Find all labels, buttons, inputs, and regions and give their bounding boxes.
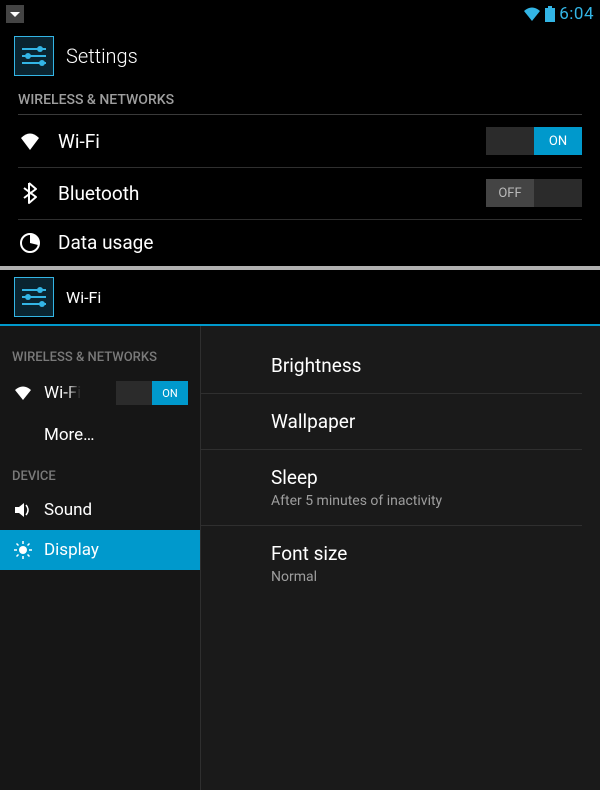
settings-app-icon[interactable] [14,36,54,76]
settings-item-sublabel: After 5 minutes of inactivity [271,493,582,509]
status-clock: 6:04 [559,4,594,24]
sidebar-item-label: Sound [44,500,92,520]
display-item-brightness[interactable]: Brightness [201,326,582,394]
settings-item-label: Data usage [58,231,153,254]
wifi-status-icon [523,7,541,21]
display-item-sleep[interactable]: Sleep After 5 minutes of inactivity [201,450,582,526]
wifi-toggle[interactable]: ON [116,381,188,405]
sidebar-item-sound[interactable]: Sound [0,490,200,530]
settings-item-data-usage[interactable]: Data usage [0,219,600,266]
settings-item-sublabel: Normal [271,569,582,585]
display-item-font-size[interactable]: Font size Normal [201,526,582,601]
sound-icon [12,502,34,518]
page-title: Wi-Fi [66,288,101,307]
page-title: Settings [66,44,138,68]
settings-item-label: Bluetooth [58,182,139,205]
settings-item-label: Wallpaper [271,410,582,433]
toggle-state-label: OFF [486,179,534,207]
sidebar-item-label: Wi-Fi [44,383,81,403]
settings-item-bluetooth[interactable]: Bluetooth OFF [0,167,600,219]
wifi-icon [18,132,42,150]
sidebar-item-wifi[interactable]: Wi-Fi ON [0,371,200,415]
battery-icon [545,6,555,22]
toggle-state-label: ON [534,127,582,155]
two-pane-layout: WIRELESS & NETWORKS Wi-Fi ON More… DEVIC… [0,326,600,790]
settings-item-label: Font size [271,542,582,565]
settings-item-label: Sleep [271,466,582,489]
status-bar: 6:04 [0,0,600,28]
display-item-wallpaper[interactable]: Wallpaper [201,394,582,450]
section-wireless-networks: WIRELESS & NETWORKS [0,326,200,371]
toggle-state-label: ON [152,381,188,405]
settings-action-bar: Settings [0,28,600,84]
settings-app-icon[interactable] [14,277,54,317]
settings-detail-pane: Brightness Wallpaper Sleep After 5 minut… [200,326,600,790]
wifi-detail-action-bar: Wi-Fi [0,270,600,326]
display-icon [12,541,34,559]
bluetooth-toggle[interactable]: OFF [486,179,582,207]
data-usage-icon [18,233,42,253]
sidebar-item-label: Display [44,540,99,560]
notification-icon [6,5,24,23]
sidebar-item-display[interactable]: Display [0,530,200,570]
section-wireless-networks: WIRELESS & NETWORKS [0,84,600,114]
sidebar-item-label: More… [44,425,95,445]
sidebar-item-more[interactable]: More… [0,415,200,455]
wifi-toggle[interactable]: ON [486,127,582,155]
bluetooth-icon [18,182,42,204]
settings-item-label: Brightness [271,354,582,377]
section-device: DEVICE [0,455,200,490]
settings-item-wifi[interactable]: Wi-Fi ON [0,115,600,167]
settings-left-pane: WIRELESS & NETWORKS Wi-Fi ON More… DEVIC… [0,326,200,790]
settings-item-label: Wi-Fi [58,130,100,153]
wifi-icon [12,386,34,400]
